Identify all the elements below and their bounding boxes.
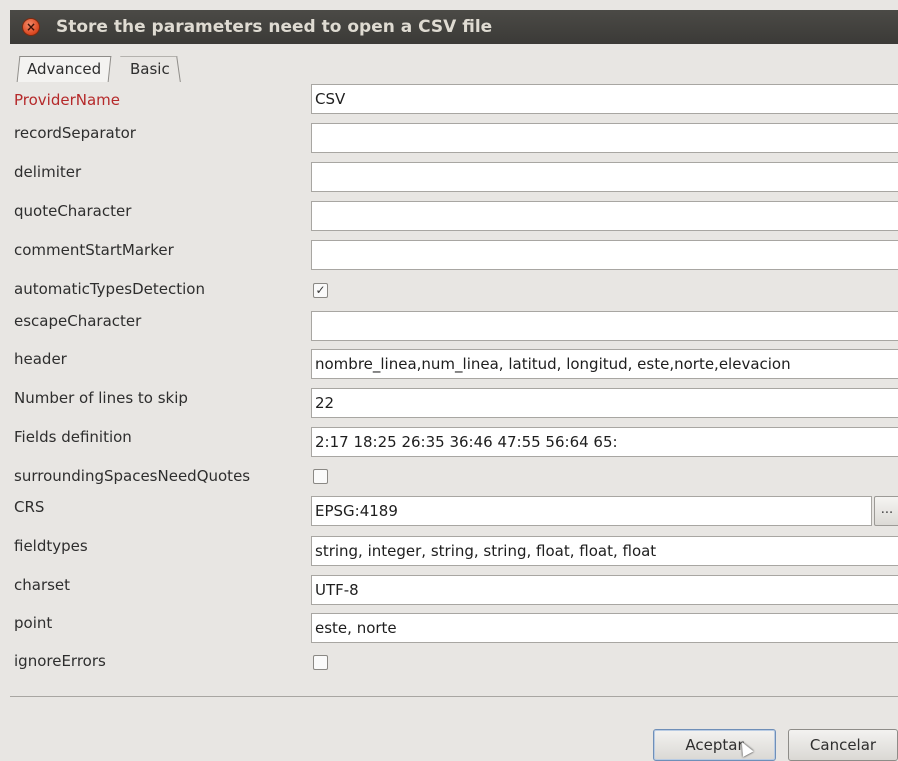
comment-start-marker-field[interactable] — [311, 240, 898, 270]
header-field[interactable]: nombre_linea,num_linea, latitud, longitu… — [311, 349, 898, 379]
escape-character-field[interactable] — [311, 311, 898, 341]
quote-character-field[interactable] — [311, 201, 898, 231]
comment-start-marker-label: commentStartMarker — [14, 241, 174, 259]
charset-label: charset — [14, 576, 71, 594]
ignore-errors-checkbox[interactable] — [313, 655, 328, 670]
window-title: Store the parameters need to open a CSV … — [56, 17, 493, 37]
tab-advanced[interactable]: Advanced — [16, 56, 112, 82]
surrounding-spaces-label: surroundingSpacesNeedQuotes — [14, 467, 251, 485]
crs-field[interactable]: EPSG:4189 — [311, 496, 872, 526]
cancel-button[interactable]: Cancelar — [788, 729, 898, 761]
quote-character-label: quoteCharacter — [14, 202, 132, 220]
point-label: point — [14, 614, 53, 632]
ignore-errors-label: ignoreErrors — [14, 652, 106, 670]
lines-to-skip-field[interactable]: 22 — [311, 388, 898, 418]
record-separator-label: recordSeparator — [14, 124, 136, 142]
title-bar: × Store the parameters need to open a CS… — [10, 10, 898, 44]
surrounding-spaces-checkbox[interactable] — [313, 469, 328, 484]
tab-bar: Advanced Basic — [10, 44, 898, 84]
provider-name-field[interactable]: CSV — [311, 84, 898, 114]
footer-divider — [10, 696, 898, 697]
accept-button[interactable]: Aceptar — [653, 729, 776, 761]
fieldtypes-label: fieldtypes — [14, 537, 88, 555]
tab-advanced-label: Advanced — [27, 60, 102, 78]
fields-definition-field[interactable]: 2:17 18:25 26:35 36:46 47:55 56:64 65: — [311, 427, 898, 457]
parameters-panel: ProviderName CSV recordSeparator delimit… — [10, 84, 898, 696]
fields-definition-label: Fields definition — [14, 428, 132, 446]
escape-character-label: escapeCharacter — [14, 312, 142, 330]
tab-basic-label: Basic — [130, 60, 170, 78]
lines-to-skip-label: Number of lines to skip — [14, 389, 188, 407]
fieldtypes-field[interactable]: string, integer, string, string, float, … — [311, 536, 898, 566]
close-icon[interactable]: × — [22, 18, 40, 36]
header-label: header — [14, 350, 67, 368]
charset-field[interactable]: UTF-8 — [311, 575, 898, 605]
provider-name-label: ProviderName — [14, 91, 121, 109]
crs-browse-button[interactable]: ... — [874, 496, 898, 526]
point-field[interactable]: este, norte — [311, 613, 898, 643]
record-separator-field[interactable] — [311, 123, 898, 153]
delimiter-label: delimiter — [14, 163, 82, 181]
automatic-types-detection-checkbox[interactable]: ✓ — [313, 283, 328, 298]
delimiter-field[interactable] — [311, 162, 898, 192]
crs-label: CRS — [14, 498, 45, 516]
automatic-types-detection-label: automaticTypesDetection — [14, 280, 205, 298]
tab-basic[interactable]: Basic — [120, 56, 181, 82]
